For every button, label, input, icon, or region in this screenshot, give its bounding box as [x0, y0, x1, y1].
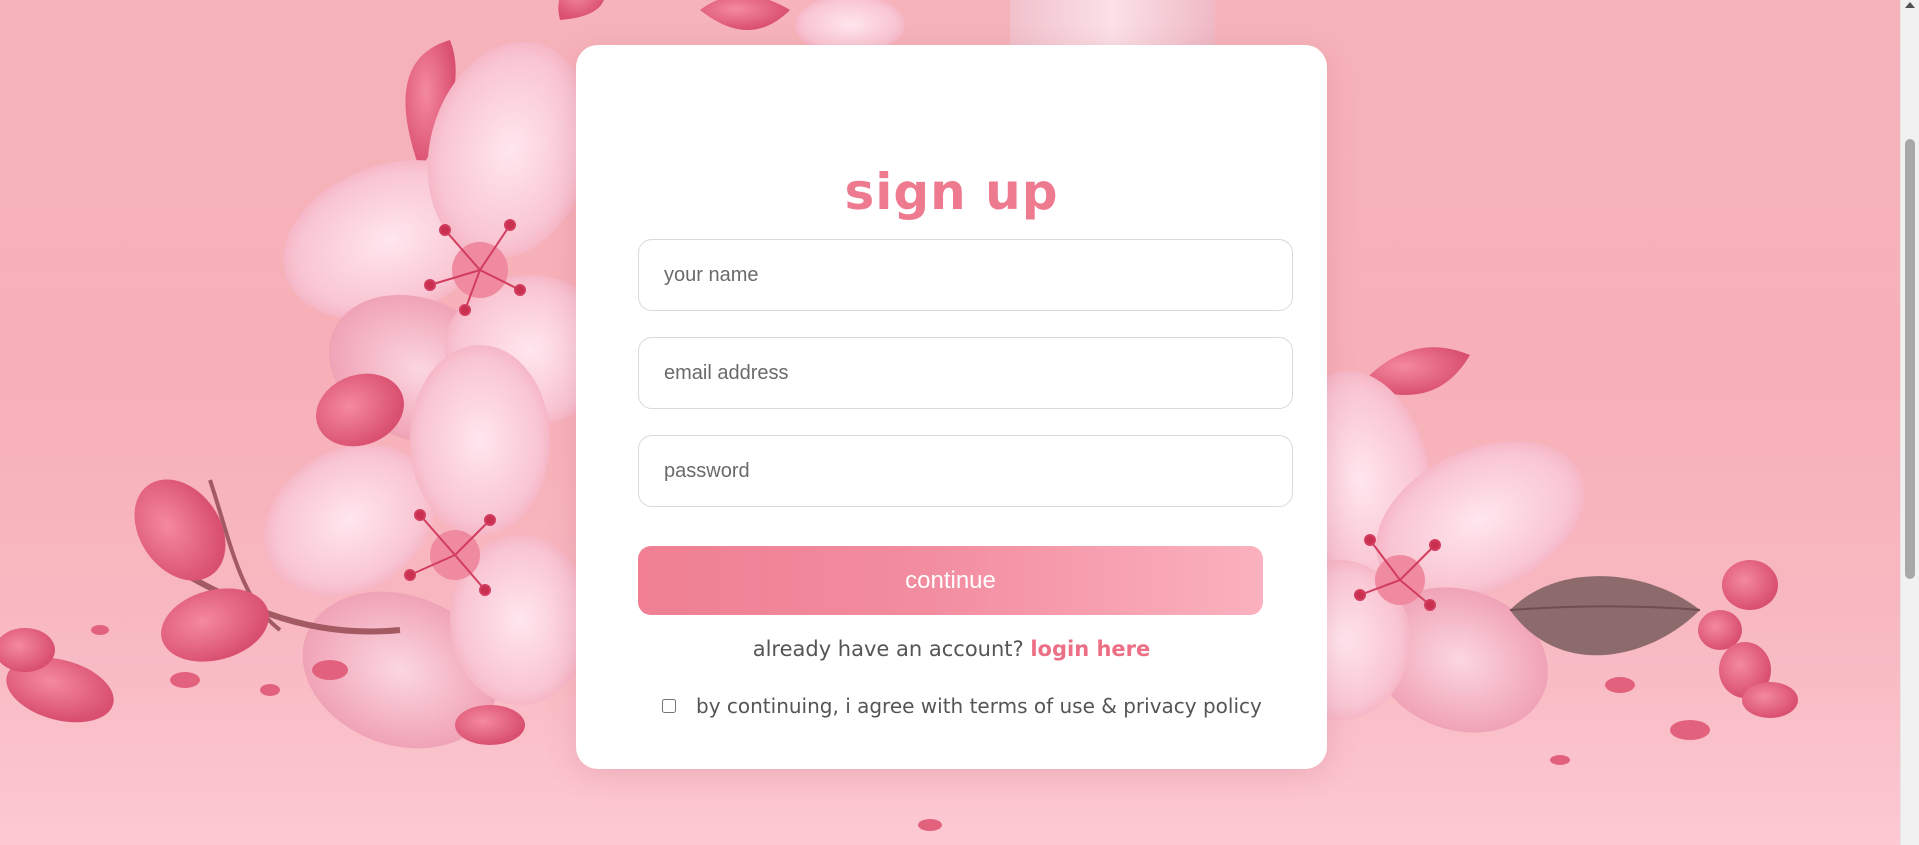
- page-title: sign up: [844, 163, 1059, 221]
- scroll-up-arrow-icon[interactable]: [1905, 2, 1915, 8]
- page: sign up continue already have an account…: [0, 0, 1919, 845]
- name-field[interactable]: [638, 239, 1293, 311]
- email-field[interactable]: [638, 337, 1293, 409]
- terms-label: by continuing, i agree with terms of use…: [696, 694, 1262, 718]
- terms-row[interactable]: by continuing, i agree with terms of use…: [662, 694, 1262, 718]
- terms-checkbox[interactable]: [662, 699, 676, 713]
- password-field[interactable]: [638, 435, 1293, 507]
- login-prompt-row: already have an account? login here: [576, 637, 1327, 661]
- continue-button[interactable]: continue: [638, 546, 1263, 615]
- scrollbar-thumb[interactable]: [1905, 139, 1915, 579]
- signup-card: sign up continue already have an account…: [576, 45, 1327, 769]
- login-prompt-text: already have an account?: [752, 637, 1024, 661]
- vertical-scrollbar[interactable]: [1900, 0, 1919, 845]
- login-link[interactable]: login here: [1030, 637, 1150, 661]
